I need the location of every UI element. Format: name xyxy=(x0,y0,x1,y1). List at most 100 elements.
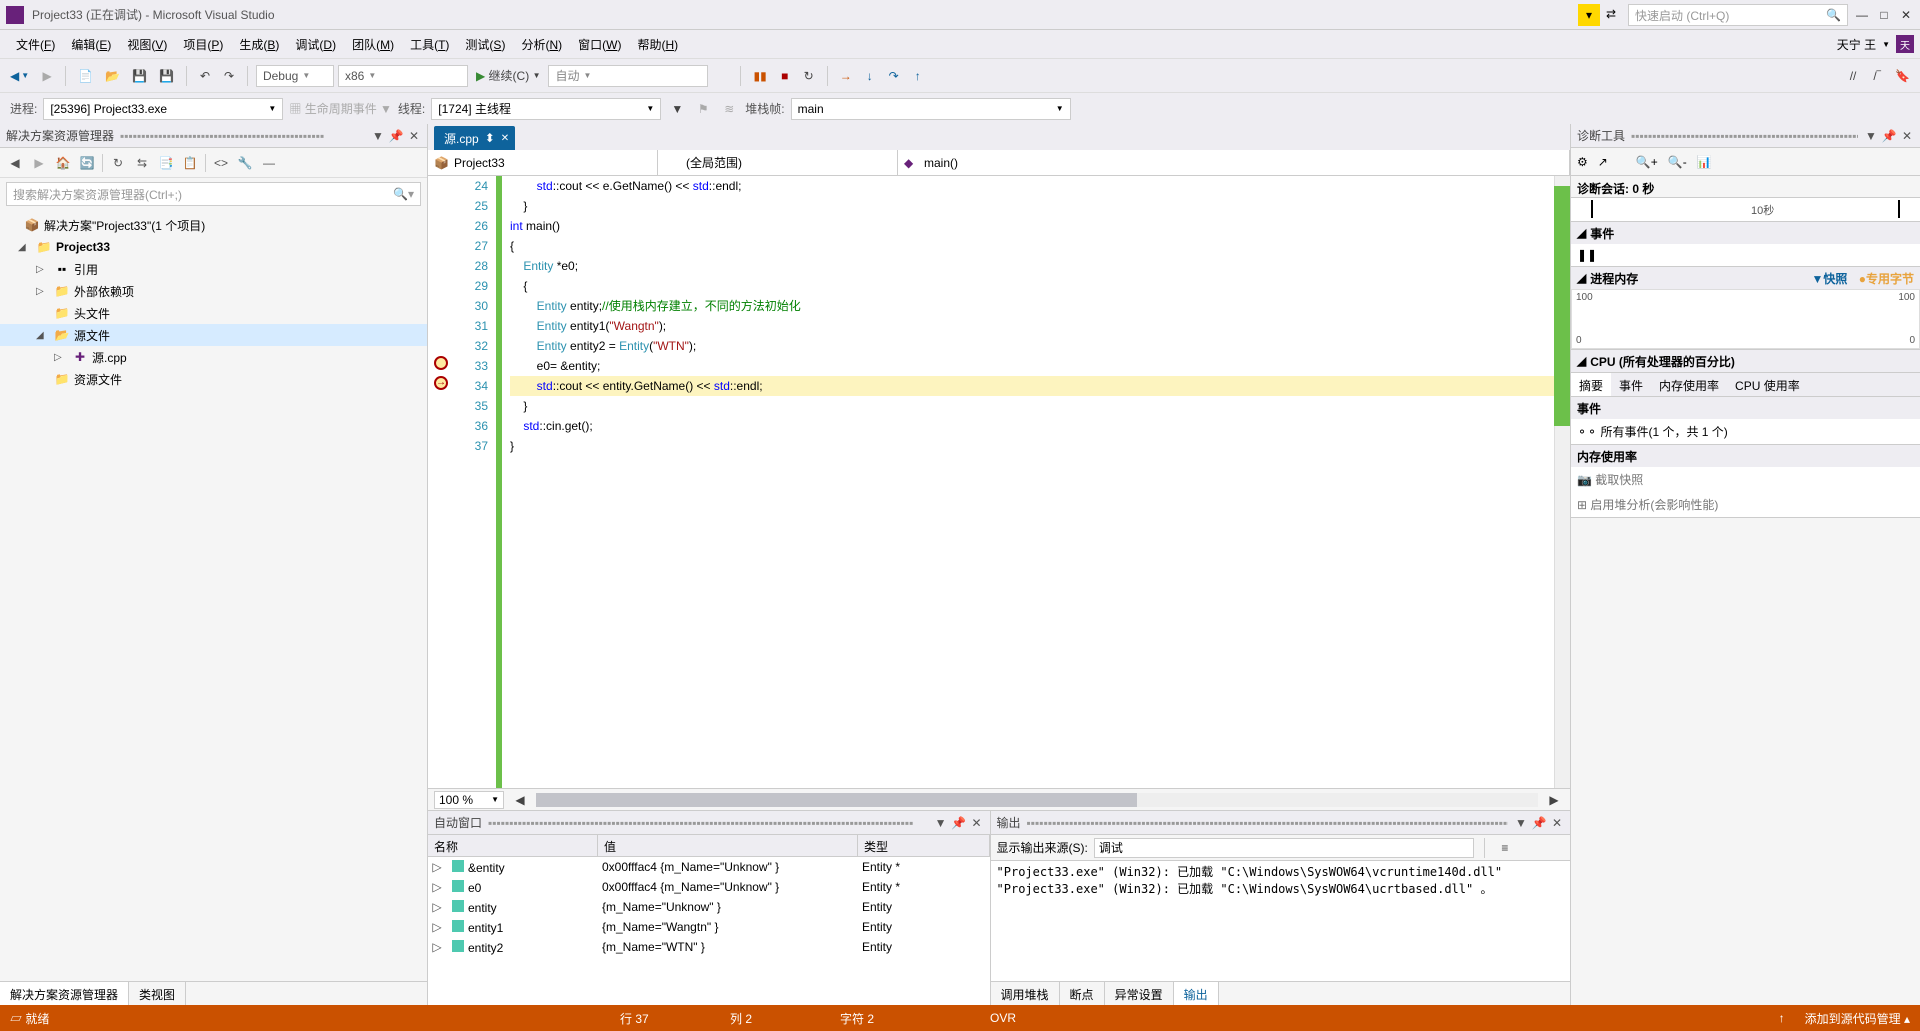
tab-breakpoints[interactable]: 断点 xyxy=(1060,982,1105,1005)
tree-headers-node[interactable]: 📁头文件 xyxy=(0,302,427,324)
menu-b[interactable]: 生成(B) xyxy=(231,32,287,57)
expand-icon[interactable]: ▷ xyxy=(428,880,446,894)
user-name-label[interactable]: 天宁 王 xyxy=(1837,36,1876,53)
stop-button[interactable]: ■ xyxy=(775,65,795,87)
config-dropdown[interactable]: Debug▼ xyxy=(256,65,334,87)
redo-button[interactable]: ↷ xyxy=(219,65,239,87)
clear-output-icon[interactable]: ≡ xyxy=(1495,837,1515,859)
zoom-out-icon[interactable]: 🔍- xyxy=(1668,155,1687,169)
stackframe-dropdown[interactable]: main▼ xyxy=(791,98,1071,120)
sync-icon[interactable]: 🔄 xyxy=(78,154,96,172)
autos-row[interactable]: ▷&entity0x00fffac4 {m_Name="Unknow" }Ent… xyxy=(428,857,990,877)
user-caret-icon[interactable]: ▼ xyxy=(1882,40,1890,49)
tree-refs-node[interactable]: ▷▪▪引用 xyxy=(0,258,427,280)
notification-flag-icon[interactable]: ▾ xyxy=(1578,4,1600,26)
show-all-icon[interactable]: 📑 xyxy=(157,154,175,172)
menu-p[interactable]: 项目(P) xyxy=(175,32,231,57)
scm-button[interactable]: 添加到源代码管理 ▴ xyxy=(1805,1010,1910,1027)
nav-member-dropdown[interactable]: ◆main() xyxy=(898,150,1570,175)
nav-project-dropdown[interactable]: 📦Project33 xyxy=(428,150,658,175)
col-value[interactable]: 值 xyxy=(598,835,858,856)
tree-project-node[interactable]: ◢📁Project33 xyxy=(0,236,427,258)
zoom-dropdown[interactable]: 100 %▼ xyxy=(434,791,504,809)
minimize-button[interactable]: — xyxy=(1854,7,1870,23)
more-icon[interactable]: — xyxy=(260,154,278,172)
scroll-left-button[interactable]: ◀ xyxy=(510,789,530,811)
pin-icon[interactable]: 📌 xyxy=(1532,816,1546,830)
settings-icon[interactable]: ⚙ xyxy=(1577,155,1588,169)
tree-extdeps-node[interactable]: ▷📁外部依赖项 xyxy=(0,280,427,302)
heap-analysis-button[interactable]: ⊞ 启用堆分析(会影响性能) xyxy=(1571,492,1920,517)
continue-button[interactable]: ▶ 继续(C) ▼ xyxy=(472,65,545,87)
pin-icon[interactable]: 📌 xyxy=(389,129,403,143)
tab-events[interactable]: 事件 xyxy=(1611,373,1651,396)
tab-summary[interactable]: 摘要 xyxy=(1571,373,1611,396)
menu-v[interactable]: 视图(V) xyxy=(119,32,175,57)
pause-icon[interactable]: ❚❚ xyxy=(1577,248,1597,262)
filter-icon[interactable]: ▼ xyxy=(667,98,687,120)
nav-fwd-button[interactable]: ▶ xyxy=(37,65,57,87)
tab-memory[interactable]: 内存使用率 xyxy=(1651,373,1727,396)
tab-output[interactable]: 输出 xyxy=(1174,982,1219,1005)
save-all-button[interactable]: 💾 xyxy=(155,65,178,87)
autos-row[interactable]: ▷e00x00fffac4 {m_Name="Unknow" }Entity * xyxy=(428,877,990,897)
user-avatar-badge[interactable]: 天 xyxy=(1896,35,1914,53)
uncomment-button[interactable]: /‾ xyxy=(1867,65,1887,87)
auto-dropdown[interactable]: 自动▼ xyxy=(548,65,708,87)
platform-dropdown[interactable]: x86▼ xyxy=(338,65,468,87)
comment-button[interactable]: // xyxy=(1843,65,1863,87)
step-out-button[interactable]: ↑ xyxy=(908,65,928,87)
autos-row[interactable]: ▷entity{m_Name="Unknow" }Entity xyxy=(428,897,990,917)
step-into-button[interactable]: ↓ xyxy=(860,65,880,87)
col-name[interactable]: 名称 xyxy=(428,835,598,856)
all-events-row[interactable]: ⚬⚬ 所有事件(1 个，共 1 个) xyxy=(1571,419,1920,444)
tab-solution-explorer[interactable]: 解决方案资源管理器 xyxy=(0,982,129,1005)
menu-f[interactable]: 文件(F) xyxy=(8,32,63,57)
pane-dropdown-icon[interactable]: ▼ xyxy=(371,129,385,143)
back-icon[interactable]: ◀ xyxy=(6,154,24,172)
nav-back-button[interactable]: ◀▼ xyxy=(6,65,33,87)
forward-icon[interactable]: ▶ xyxy=(30,154,48,172)
expand-icon[interactable]: ▷ xyxy=(428,860,446,874)
snapshot-button[interactable]: 📷 截取快照 xyxy=(1571,467,1920,492)
menu-n[interactable]: 分析(N) xyxy=(513,32,570,57)
tree-resources-node[interactable]: 📁资源文件 xyxy=(0,368,427,390)
close-icon[interactable]: ✕ xyxy=(970,816,984,830)
nav-scope-dropdown[interactable]: (全局范围) xyxy=(658,150,898,175)
close-button[interactable]: ✕ xyxy=(1898,7,1914,23)
menu-w[interactable]: 窗口(W) xyxy=(570,32,629,57)
expand-icon[interactable]: ▷ xyxy=(428,900,446,914)
step-over-button[interactable]: ↷ xyxy=(884,65,904,87)
horizontal-scrollbar[interactable] xyxy=(536,793,1538,807)
tab-callstack[interactable]: 调用堆栈 xyxy=(991,982,1060,1005)
caret-icon[interactable]: ◢ xyxy=(1577,271,1586,285)
collapse-icon[interactable]: ⇆ xyxy=(133,154,151,172)
show-next-statement-button[interactable]: → xyxy=(836,65,856,87)
export-icon[interactable]: ↗ xyxy=(1598,155,1608,169)
caret-icon[interactable]: ◢ xyxy=(1577,226,1586,240)
diag-timeline[interactable]: 10秒 xyxy=(1571,198,1920,222)
document-tab[interactable]: 源.cpp ⬍ ✕ xyxy=(434,126,515,150)
caret-icon[interactable]: ◢ xyxy=(1577,354,1586,368)
new-project-button[interactable]: 📄 xyxy=(74,65,97,87)
autos-row[interactable]: ▷entity2{m_Name="WTN" }Entity xyxy=(428,937,990,957)
pin-icon[interactable]: 📌 xyxy=(952,816,966,830)
output-text[interactable]: "Project33.exe" (Win32): 已加载 "C:\Windows… xyxy=(991,861,1570,981)
output-source-dropdown[interactable]: 调试 xyxy=(1094,838,1474,858)
tab-class-view[interactable]: 类视图 xyxy=(129,982,186,1005)
solution-tree[interactable]: 📦解决方案"Project33"(1 个项目) ◢📁Project33 ▷▪▪引… xyxy=(0,210,427,981)
pane-dropdown-icon[interactable]: ▼ xyxy=(1864,129,1878,143)
code-icon[interactable]: <> xyxy=(212,154,230,172)
refresh-icon[interactable]: ↻ xyxy=(109,154,127,172)
publish-icon[interactable]: ↑ xyxy=(1779,1011,1785,1025)
connect-icon[interactable]: ⇄ xyxy=(1606,7,1622,23)
flag-icon[interactable]: ⚑ xyxy=(693,98,713,120)
menu-d[interactable]: 调试(D) xyxy=(287,32,344,57)
pin-icon[interactable]: 📌 xyxy=(1882,129,1896,143)
process-dropdown[interactable]: [25396] Project33.exe▼ xyxy=(43,98,283,120)
menu-e[interactable]: 编辑(E) xyxy=(63,32,119,57)
solution-search-input[interactable]: 搜索解决方案资源管理器(Ctrl+;) 🔍▾ xyxy=(6,182,421,206)
pane-dropdown-icon[interactable]: ▼ xyxy=(1514,816,1528,830)
reset-zoom-icon[interactable]: 📊 xyxy=(1697,155,1712,169)
vertical-scrollbar[interactable] xyxy=(1554,176,1570,788)
